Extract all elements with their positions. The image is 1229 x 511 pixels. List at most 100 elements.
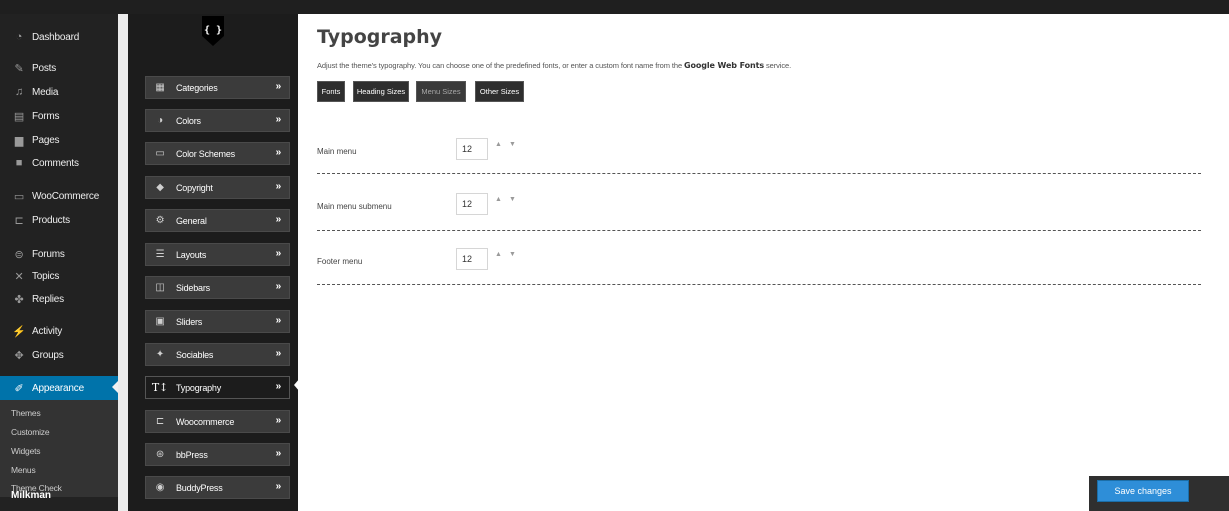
page-description: Adjust the theme's typography. You can c… xyxy=(317,61,791,70)
options-item-general[interactable]: ⚙ General » xyxy=(145,209,290,232)
sidebar-item-topics[interactable]: ✕ Topics xyxy=(0,265,118,287)
submenu-item-widgets[interactable]: Widgets xyxy=(11,446,41,456)
divider xyxy=(317,173,1201,174)
description-end: service. xyxy=(766,61,792,70)
options-item-typography[interactable]: T↕ Typography » xyxy=(145,376,290,399)
tab-fonts[interactable]: Fonts xyxy=(317,81,345,102)
field-label: Footer menu xyxy=(317,257,363,266)
chevron-right-icon: » xyxy=(275,381,282,392)
sidebar-item-label: Appearance xyxy=(32,382,84,394)
options-item-label: Sliders xyxy=(176,316,203,327)
forms-icon: ▤ xyxy=(13,110,25,123)
increment-icon[interactable]: ▲ xyxy=(495,251,502,258)
sidebar-item-label: Pages xyxy=(32,134,60,146)
appearance-submenu: Themes Customize Widgets Menus Theme Che… xyxy=(0,400,118,497)
theme-logo-icon: { } xyxy=(202,16,224,46)
sidebar-item-label: Posts xyxy=(32,62,57,74)
decrement-icon[interactable]: ▼ xyxy=(509,251,516,258)
media-icon: ♫ xyxy=(14,86,24,98)
options-item-color-schemes[interactable]: ▭ Color Schemes » xyxy=(145,142,290,165)
decrement-icon[interactable]: ▼ xyxy=(509,196,516,203)
image-icon: ▣ xyxy=(155,316,165,327)
sidebar-item-comments[interactable]: ■ Comments xyxy=(0,152,118,174)
options-item-bbpress[interactable]: ⊛ bbPress » xyxy=(145,443,290,466)
sidebar-item-label: Comments xyxy=(32,157,79,169)
pages-icon: ▆ xyxy=(14,134,24,147)
typography-icon: T↕ xyxy=(151,381,169,394)
increment-icon[interactable]: ▲ xyxy=(495,196,502,203)
sidebar-item-media[interactable]: ♫ Media xyxy=(0,81,118,103)
save-changes-button[interactable]: Save changes xyxy=(1097,480,1189,502)
chevron-right-icon: » xyxy=(275,481,282,492)
svg-text:{ }: { } xyxy=(204,25,222,36)
sidebar-item-replies[interactable]: ✤ Replies xyxy=(0,288,118,310)
options-item-label: Colors xyxy=(176,115,201,126)
footer-menu-size-input[interactable]: 12 xyxy=(456,248,488,270)
sidebar-item-pages[interactable]: ▆ Pages xyxy=(0,129,118,151)
divider xyxy=(317,230,1201,231)
google-web-fonts-link[interactable]: Google Web Fonts xyxy=(684,61,764,70)
buddypress-icon: ◉ xyxy=(155,482,165,493)
chevron-right-icon: » xyxy=(275,214,282,225)
replies-icon: ✤ xyxy=(14,293,24,306)
twitter-icon: ✦ xyxy=(155,349,165,360)
chevron-right-icon: » xyxy=(275,348,282,359)
contrast-icon: ◑ xyxy=(157,115,163,126)
list-icon: ☰ xyxy=(155,249,165,260)
main-menu-submenu-size-input[interactable]: 12 xyxy=(456,193,488,215)
sidebar-item-forums[interactable]: ⊜ Forums xyxy=(0,243,118,265)
submenu-item-menus[interactable]: Menus xyxy=(11,465,36,475)
chevron-right-icon: » xyxy=(275,448,282,459)
sidebar-item-cut-off[interactable]: Milkman xyxy=(11,490,51,501)
tab-heading-sizes[interactable]: Heading Sizes xyxy=(353,81,409,102)
sidebar-gutter xyxy=(118,14,128,511)
chevron-right-icon: » xyxy=(275,248,282,259)
sidebar-item-products[interactable]: ⊏ Products xyxy=(0,209,118,231)
main-menu-size-input[interactable]: 12 xyxy=(456,138,488,160)
sidebar-item-groups[interactable]: ✥ Groups xyxy=(0,344,118,366)
chevron-right-icon: » xyxy=(275,147,282,158)
options-item-label: Layouts xyxy=(176,249,207,260)
sidebar-item-forms[interactable]: ▤ Forms xyxy=(0,105,118,127)
sidebar-item-appearance[interactable]: ✐ Appearance xyxy=(0,376,118,400)
sidebar-item-posts[interactable]: ✎ Posts xyxy=(0,57,118,79)
options-item-sociables[interactable]: ✦ Sociables » xyxy=(145,343,290,366)
bbpress-icon: ⊛ xyxy=(155,449,165,460)
tab-menu-sizes[interactable]: Menu Sizes xyxy=(416,81,466,102)
topics-icon: ✕ xyxy=(14,270,24,283)
chevron-right-icon: » xyxy=(275,415,282,426)
paintbrush-icon: ✐ xyxy=(14,382,24,395)
submenu-item-customize[interactable]: Customize xyxy=(11,427,50,437)
tag-icon: ◆ xyxy=(156,182,164,193)
chevron-right-icon: » xyxy=(275,315,282,326)
chevron-right-icon: » xyxy=(275,114,282,125)
options-item-sidebars[interactable]: ◫ Sidebars » xyxy=(145,276,290,299)
gears-icon: ⚙ xyxy=(155,215,165,226)
options-item-sliders[interactable]: ▣ Sliders » xyxy=(145,310,290,333)
decrement-icon[interactable]: ▼ xyxy=(509,141,516,148)
cart-icon: ⊏ xyxy=(14,214,24,227)
options-item-copyright[interactable]: ◆ Copyright » xyxy=(145,176,290,199)
options-item-layouts[interactable]: ☰ Layouts » xyxy=(145,243,290,266)
tab-other-sizes[interactable]: Other Sizes xyxy=(475,81,524,102)
options-item-buddypress[interactable]: ◉ BuddyPress » xyxy=(145,476,290,499)
sidebar-item-label: Activity xyxy=(32,325,63,337)
chevron-right-icon: » xyxy=(275,81,282,92)
sidebar-item-label: Dashboard xyxy=(32,31,80,43)
options-item-woocommerce[interactable]: ⊏ Woocommerce » xyxy=(145,410,290,433)
sidebar-item-dashboard[interactable]: ◔ Dashboard xyxy=(0,26,118,48)
options-item-colors[interactable]: ◑ Colors » xyxy=(145,109,290,132)
main-content: Typography Adjust the theme's typography… xyxy=(298,14,1229,511)
options-item-label: Copyright xyxy=(176,182,213,193)
sidebar-item-woocommerce[interactable]: ▭ WooCommerce xyxy=(0,185,118,207)
sidebar-item-activity[interactable]: ⚡ Activity xyxy=(0,320,118,342)
increment-icon[interactable]: ▲ xyxy=(495,141,502,148)
comment-icon: ■ xyxy=(15,157,23,169)
submenu-item-themes[interactable]: Themes xyxy=(11,408,41,418)
dashboard-icon: ◔ xyxy=(15,31,23,43)
options-item-label: Sociables xyxy=(176,349,214,360)
options-item-categories[interactable]: ▦ Categories » xyxy=(145,76,290,99)
sidebar-item-label: Groups xyxy=(32,349,64,361)
woocommerce-icon: ▭ xyxy=(13,190,25,203)
admin-top-bar xyxy=(0,0,1229,14)
